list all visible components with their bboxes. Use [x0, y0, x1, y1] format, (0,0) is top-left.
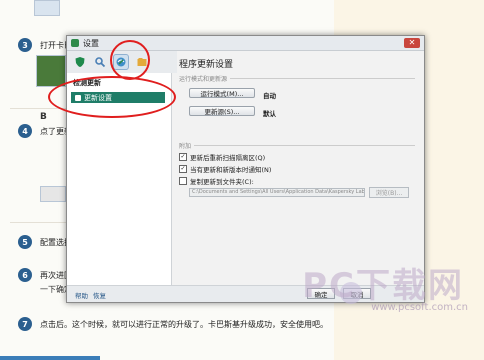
group-extra: 附加: [179, 141, 415, 150]
notify-updates-checkbox[interactable]: ✓ 当有更新和新版本时通知(N): [179, 164, 271, 174]
copy-updates-checkbox[interactable]: 复制更新到文件夹(C):: [179, 176, 254, 186]
bottom-accent-bar: [0, 356, 100, 360]
step-4: 4 点了更新: [18, 124, 72, 138]
step-3: 3 打开卡巴: [18, 38, 72, 52]
screenshot-thumbnail: [34, 0, 60, 16]
shield-icon: [75, 57, 85, 67]
settings-right-panel: 程序更新设置 运行模式和更新源 运行模式(M)... 自动 更新源(S)... …: [173, 51, 423, 285]
step-5: 5 配置选择: [18, 235, 72, 249]
magnifier-icon: [95, 57, 106, 68]
run-mode-button[interactable]: 运行模式(M)...: [189, 88, 255, 98]
step-number: 6: [18, 268, 32, 282]
group-label: 运行模式和更新源: [179, 76, 228, 83]
browse-button[interactable]: 浏览(B)...: [369, 187, 409, 198]
folder-path-input[interactable]: C:\Documents and Settings\All Users\Appl…: [189, 188, 365, 197]
checkbox-checked[interactable]: ✓: [179, 153, 187, 161]
step-7: 7 点击后。这个时候，就可以进行正常的升级了。卡巴斯基升级成功，安全使用吧。: [18, 317, 328, 331]
checkbox-label: 当有更新和新版本时通知(N): [190, 166, 272, 174]
close-button[interactable]: ✕: [404, 38, 420, 48]
checkbox-label: 复制更新到文件夹(C):: [190, 178, 254, 186]
checkbox-unchecked[interactable]: [179, 177, 187, 185]
group-run-mode: 运行模式和更新源: [179, 74, 415, 83]
step-number: 7: [18, 317, 32, 331]
watermark-url: www.pcsoft.com.cn: [371, 302, 468, 313]
step-number: 4: [18, 124, 32, 138]
screenshot-thumbnail: [40, 186, 66, 202]
panel-title: 程序更新设置: [179, 60, 234, 70]
step-number: 3: [18, 38, 32, 52]
highlight-ring-update-tab: [110, 40, 150, 80]
step-number: 5: [18, 235, 32, 249]
screenshot-thumbnail: [36, 55, 66, 87]
tab-protection[interactable]: [73, 55, 87, 69]
checkbox-label: 更新后重新扫描隔离区(Q): [190, 154, 266, 162]
kaspersky-icon: [71, 39, 79, 47]
restore-link[interactable]: 恢复: [93, 290, 106, 300]
group-label: 附加: [179, 143, 192, 150]
bold-toolbar-letter: B: [40, 112, 47, 122]
step-6: 6 再次进回: [18, 268, 72, 282]
help-link[interactable]: 帮助: [75, 290, 88, 300]
checkbox-checked[interactable]: ✓: [179, 165, 187, 173]
step-text: 点击后。这个时候，就可以进行正常的升级了。卡巴斯基升级成功，安全使用吧。: [40, 319, 328, 329]
highlight-ring-update-settings: [48, 76, 176, 118]
dialog-title: 设置: [83, 38, 99, 48]
rescan-quarantine-checkbox[interactable]: ✓ 更新后重新扫描隔离区(Q): [179, 152, 265, 162]
watermark-text: PC下载网: [302, 266, 464, 306]
tab-scan[interactable]: [93, 55, 107, 69]
update-source-value: 默认: [263, 110, 276, 118]
run-mode-value: 自动: [263, 92, 276, 100]
update-source-button[interactable]: 更新源(S)...: [189, 106, 255, 116]
